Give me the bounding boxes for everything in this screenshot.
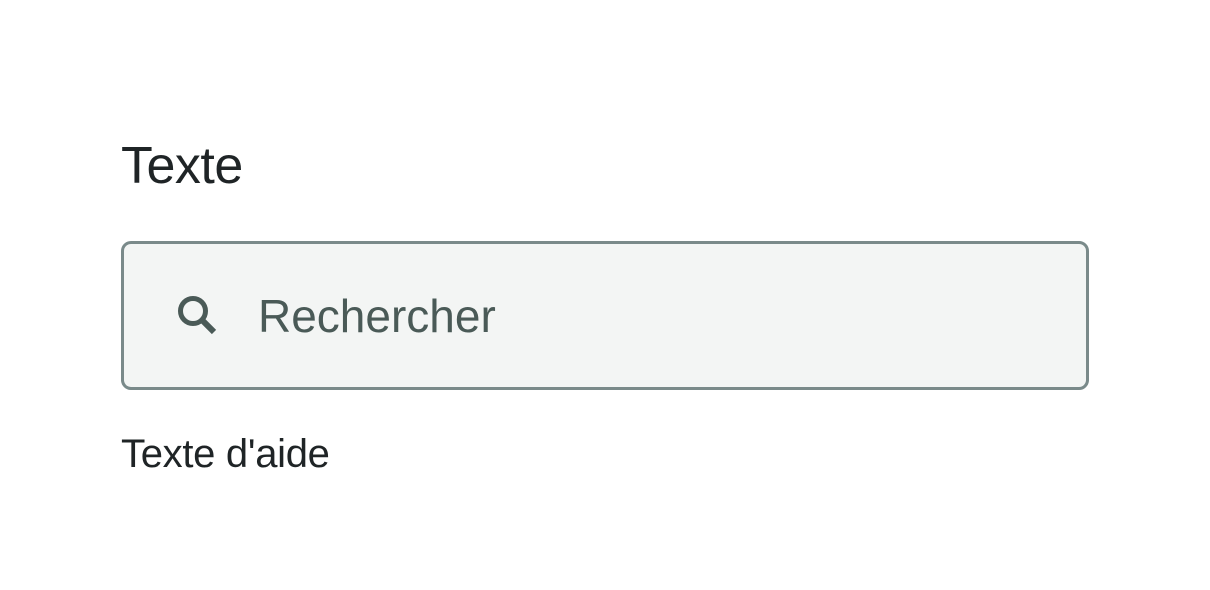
search-field: Texte Texte d'aide: [121, 136, 1089, 476]
search-box[interactable]: [121, 241, 1089, 390]
field-label: Texte: [121, 137, 243, 195]
search-icon: [174, 292, 222, 340]
search-input[interactable]: [258, 244, 1066, 387]
help-text: Texte d'aide: [121, 432, 330, 476]
